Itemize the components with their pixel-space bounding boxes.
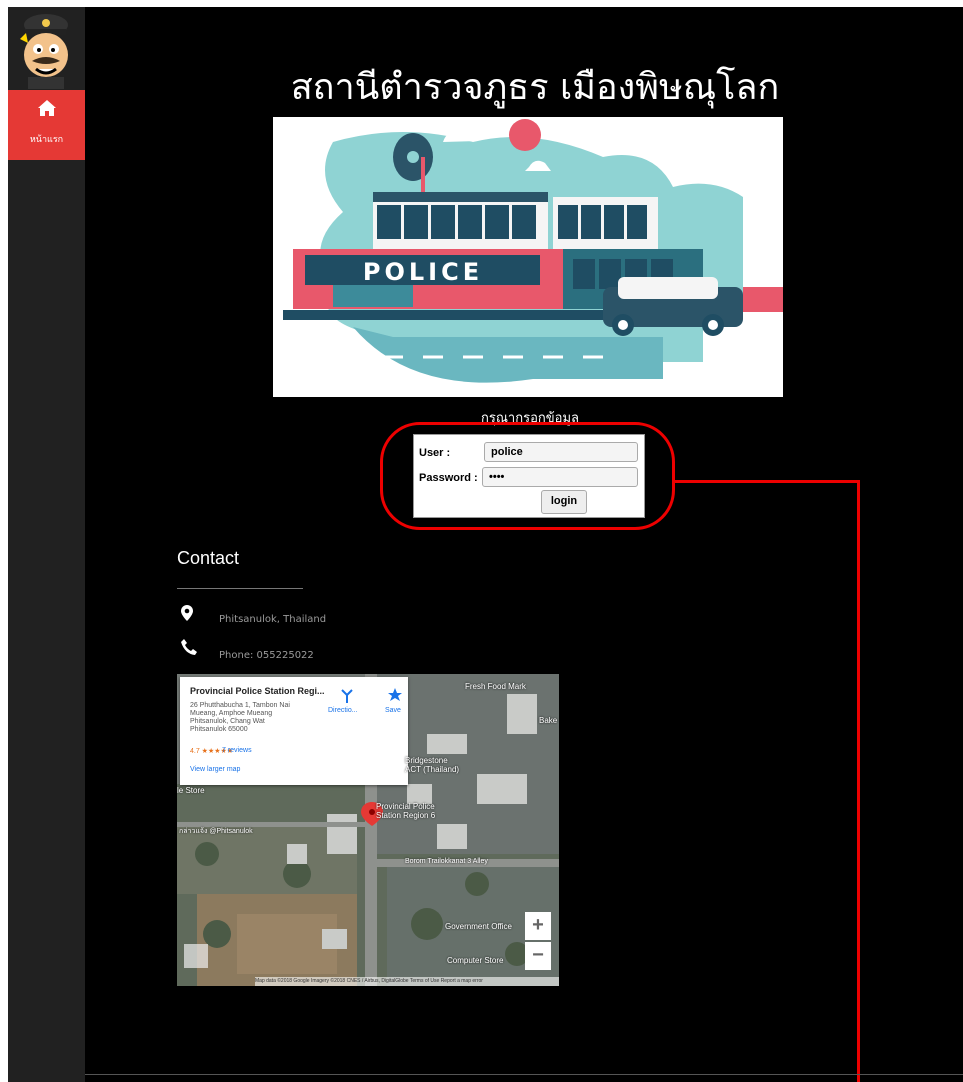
embedded-map[interactable]: Provincial Police Station Regi... 26 Phu… <box>177 674 559 986</box>
annotation-connector-vertical <box>857 480 860 1082</box>
map-save-button[interactable]: Save <box>385 707 401 714</box>
contact-location: Phitsanulok, Thailand <box>219 614 327 625</box>
password-input[interactable]: •••• <box>482 467 638 487</box>
map-place-address: 26 Phutthabucha 1, Tambon Nai Mueang, Am… <box>190 702 290 733</box>
login-button[interactable]: login <box>541 490 587 514</box>
map-label-bake: Bake <box>539 716 558 725</box>
map-zoom-in-button[interactable]: + <box>525 912 551 940</box>
map-zoom-out-button[interactable]: − <box>525 942 551 970</box>
user-input[interactable]: police <box>484 442 638 462</box>
map-label-government-office: Government Office <box>445 922 512 931</box>
map-pin-icon <box>181 605 193 621</box>
sidebar-item-home[interactable]: หน้าแรก <box>8 90 85 160</box>
map-directions-button[interactable]: Directio... <box>328 707 358 714</box>
map-place-card: Provincial Police Station Regi... 26 Phu… <box>180 677 408 785</box>
contact-heading: Contact <box>177 548 240 568</box>
map-label-borom-alley: Borom Trailokkanat 3 Alley <box>405 858 488 865</box>
home-icon <box>38 100 56 116</box>
map-label-police-station: Provincial Police Station Region 6 <box>376 802 436 820</box>
police-cartoon-avatar <box>20 14 68 89</box>
footer-divider <box>85 1074 963 1075</box>
directions-icon[interactable] <box>340 689 354 703</box>
password-label: Password : <box>419 472 478 484</box>
map-label-bridgestone: Bridgestone ACT (Thailand) <box>405 756 460 774</box>
map-label-phitsanulok: กล่าวแจ้ง @Phitsanulok <box>179 828 253 835</box>
contact-phone: Phone: 055225022 <box>219 650 314 661</box>
police-station-illustration: POLICE <box>273 117 783 397</box>
window-top-border <box>0 0 963 7</box>
page-title: สถานีตำรวจภูธร เมืองพิษณุโลก <box>290 67 780 108</box>
hero-sign-text: POLICE <box>363 258 483 286</box>
annotation-connector-horizontal <box>675 480 859 483</box>
contact-divider <box>177 588 303 589</box>
map-attribution: Map data ©2018 Google Imagery ©2018 CNES… <box>255 977 559 986</box>
map-label-fresh-food: Fresh Food Mark <box>465 682 526 691</box>
map-reviews-link[interactable]: 7 reviews <box>222 747 252 754</box>
map-label-computer-store: Computer Store <box>447 956 504 965</box>
map-label-store: le Store <box>177 786 205 795</box>
login-form: User : police Password : •••• login <box>413 434 645 518</box>
view-larger-map-link[interactable]: View larger map <box>190 766 240 773</box>
star-icon[interactable] <box>388 688 402 702</box>
window-left-border <box>0 0 8 1082</box>
sidebar: หน้าแรก <box>8 7 85 1082</box>
map-place-name: Provincial Police Station Regi... <box>190 686 325 696</box>
phone-icon <box>181 639 197 655</box>
sidebar-item-label: หน้าแรก <box>29 134 64 144</box>
user-label: User : <box>419 447 451 459</box>
